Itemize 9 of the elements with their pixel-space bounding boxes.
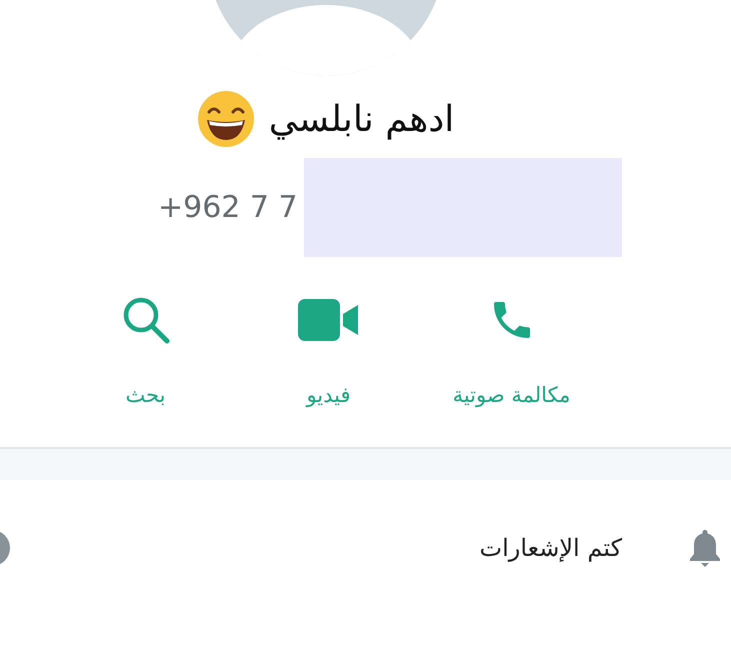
search-action-button[interactable]: بحث <box>54 295 237 447</box>
bell-icon <box>688 528 722 568</box>
video-camera-icon <box>298 299 360 341</box>
grinning-emoji-icon <box>196 90 255 148</box>
setting-label[interactable]: كتم الإشعارات <box>10 534 622 562</box>
contact-name: ادهم نابلسي <box>268 98 454 140</box>
video-action-button[interactable]: فيديو <box>237 295 420 447</box>
call-action-button[interactable]: مكالمة صوتية <box>420 295 603 447</box>
phone-number: +962 7 7 <box>158 190 298 225</box>
